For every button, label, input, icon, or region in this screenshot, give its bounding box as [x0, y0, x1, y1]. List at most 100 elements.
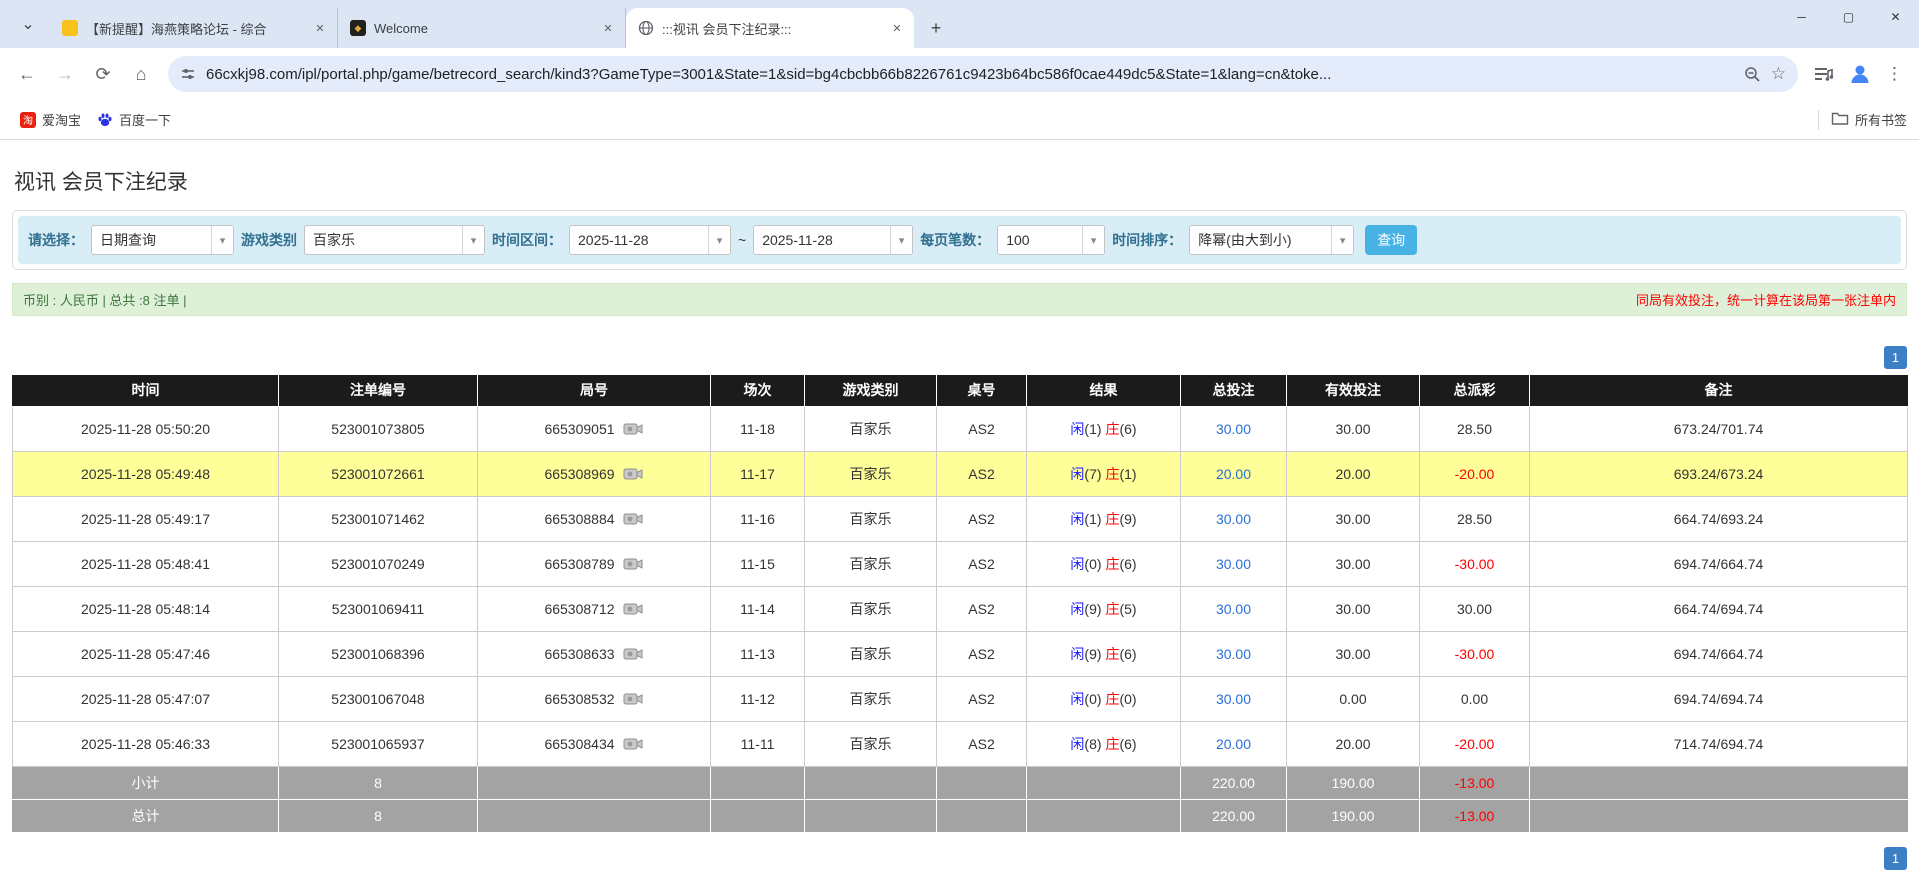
cell-time: 2025-11-28 05:47:46: [12, 630, 279, 677]
cell-payout: -30.00: [1419, 630, 1530, 677]
banker-result: 庄: [1105, 600, 1120, 617]
tab-forum[interactable]: 【新提醒】海燕策略论坛 - 综合 ✕: [50, 8, 338, 48]
tab-title: 【新提醒】海燕策略论坛 - 综合: [86, 21, 267, 37]
video-camera-icon[interactable]: [623, 736, 644, 752]
game-type-select[interactable]: 百家乐 ▾: [304, 225, 485, 255]
tab-search-button[interactable]: ⌄: [8, 4, 48, 44]
filter-panel: 请选择： 日期查询 ▾ 游戏类别 百家乐 ▾ 时间区间： 2025-11-28 …: [12, 210, 1907, 270]
browser-menu-icon[interactable]: ⋮: [1886, 64, 1903, 84]
cell-session: 11-12: [710, 675, 805, 722]
subtotal-total-bet: 220.00: [1180, 765, 1287, 800]
date-from-select[interactable]: 2025-11-28 ▾: [569, 225, 731, 255]
cell-table-no: AS2: [936, 585, 1027, 632]
cell-note: 664.74/694.74: [1529, 585, 1908, 632]
cell-payout: 0.00: [1419, 675, 1530, 722]
video-camera-icon[interactable]: [623, 511, 644, 527]
total-label: 总计: [12, 798, 279, 833]
cell-valid-bet: 30.00: [1286, 540, 1420, 587]
address-bar[interactable]: 66cxkj98.com/ipl/portal.php/game/betreco…: [168, 56, 1798, 92]
site-settings-icon[interactable]: [180, 66, 196, 82]
cell-time: 2025-11-28 05:48:41: [12, 540, 279, 587]
bookmark-baidu[interactable]: 百度一下: [89, 106, 179, 133]
video-camera-icon[interactable]: [623, 556, 644, 572]
video-camera-icon[interactable]: [623, 421, 644, 437]
total-bet-link[interactable]: 30.00: [1180, 675, 1287, 722]
media-controls-icon[interactable]: [1814, 66, 1834, 82]
player-result: 闲: [1070, 600, 1085, 617]
video-camera-icon[interactable]: [623, 646, 644, 662]
sort-value: 降幂(由大到小): [1198, 232, 1292, 248]
zoom-out-icon[interactable]: [1744, 66, 1761, 83]
page-title: 视讯 会员下注纪录: [14, 171, 188, 194]
cell-round-no: 665308712: [477, 585, 711, 632]
all-bookmarks-button[interactable]: 所有书签: [1831, 110, 1907, 129]
video-camera-icon[interactable]: [623, 691, 644, 707]
round-no-text: 665308633: [544, 645, 615, 662]
table-row: 2025-11-28 05:48:14 523001069411 6653087…: [12, 585, 1908, 632]
total-bet-link[interactable]: 20.00: [1180, 720, 1287, 767]
total-bet-link[interactable]: 30.00: [1180, 405, 1287, 452]
total-bet-link[interactable]: 30.00: [1180, 540, 1287, 587]
close-icon[interactable]: ✕: [888, 19, 906, 37]
cell-note: 693.24/673.24: [1529, 450, 1908, 497]
cell-bet-no: 523001073805: [278, 405, 478, 452]
date-to-select[interactable]: 2025-11-28 ▾: [753, 225, 914, 255]
back-button[interactable]: ←: [10, 57, 44, 91]
new-tab-button[interactable]: +: [922, 14, 950, 42]
total-bet-link[interactable]: 20.00: [1180, 450, 1287, 497]
cell-session: 11-15: [710, 540, 805, 587]
tab-welcome[interactable]: ◆ Welcome ✕: [338, 8, 626, 48]
bookmark-star-icon[interactable]: ☆: [1771, 64, 1786, 84]
round-no-text: 665308789: [544, 555, 615, 572]
bookmark-taobao[interactable]: 淘 爱淘宝: [12, 106, 89, 133]
banker-result: 庄: [1105, 735, 1120, 752]
page-number-button[interactable]: 1: [1884, 346, 1907, 369]
chevron-down-icon: ▾: [708, 226, 730, 254]
close-icon[interactable]: ✕: [599, 19, 617, 37]
bookmark-label: 百度一下: [119, 113, 172, 128]
profile-avatar[interactable]: [1848, 62, 1872, 86]
url-text[interactable]: 66cxkj98.com/ipl/portal.php/game/betreco…: [206, 66, 1734, 83]
col-game-type: 游戏类别: [804, 375, 937, 407]
video-camera-icon[interactable]: [623, 601, 644, 617]
tab-bet-record[interactable]: :::视讯 会员下注纪录::: ✕: [626, 8, 914, 48]
minimize-button[interactable]: ─: [1778, 0, 1825, 34]
cell-round-no: 665308969: [477, 450, 711, 497]
bookmark-label: 爱淘宝: [42, 113, 82, 128]
close-icon[interactable]: ✕: [311, 19, 329, 37]
page-number-button[interactable]: 1: [1884, 846, 1907, 870]
cell-time: 2025-11-28 05:47:07: [12, 675, 279, 722]
cell-valid-bet: 0.00: [1286, 675, 1420, 722]
cell-game-type: 百家乐: [804, 405, 937, 452]
cell-payout: -20.00: [1419, 450, 1530, 497]
total-bet-link[interactable]: 30.00: [1180, 585, 1287, 632]
round-no-text: 665308434: [544, 735, 615, 752]
taobao-icon: 淘: [20, 111, 36, 128]
sort-select[interactable]: 降幂(由大到小) ▾: [1189, 225, 1355, 255]
video-camera-icon[interactable]: [623, 466, 644, 482]
table-row: 2025-11-28 05:48:41 523001070249 6653087…: [12, 540, 1908, 587]
cell-table-no: AS2: [936, 450, 1027, 497]
folder-icon: [1831, 111, 1849, 129]
query-type-select[interactable]: 日期查询 ▾: [91, 225, 234, 255]
all-bookmarks-label: 所有书签: [1854, 113, 1907, 128]
total-bet-link[interactable]: 30.00: [1180, 630, 1287, 677]
maximize-button[interactable]: ▢: [1825, 0, 1872, 34]
player-result: 闲: [1070, 735, 1085, 752]
total-bet-link[interactable]: 30.00: [1180, 495, 1287, 542]
subtotal-label: 小计: [12, 765, 279, 800]
home-button[interactable]: ⌂: [124, 57, 158, 91]
filter-bar: 请选择： 日期查询 ▾ 游戏类别 百家乐 ▾ 时间区间： 2025-11-28 …: [18, 216, 1901, 264]
cell-bet-no: 523001070249: [278, 540, 478, 587]
col-round-no: 局号: [477, 375, 711, 407]
reload-button[interactable]: ⟳: [86, 57, 120, 91]
total-payout: -13.00: [1419, 798, 1530, 833]
forward-button[interactable]: →: [48, 57, 82, 91]
toolbar-right-icons: ⋮: [1808, 62, 1909, 86]
query-button[interactable]: 查询: [1365, 225, 1418, 255]
window-close-button[interactable]: ✕: [1872, 0, 1919, 34]
per-page-select[interactable]: 100 ▾: [997, 225, 1106, 255]
cell-session: 11-14: [710, 585, 805, 632]
player-result: 闲: [1070, 420, 1085, 437]
cell-valid-bet: 30.00: [1286, 585, 1420, 632]
